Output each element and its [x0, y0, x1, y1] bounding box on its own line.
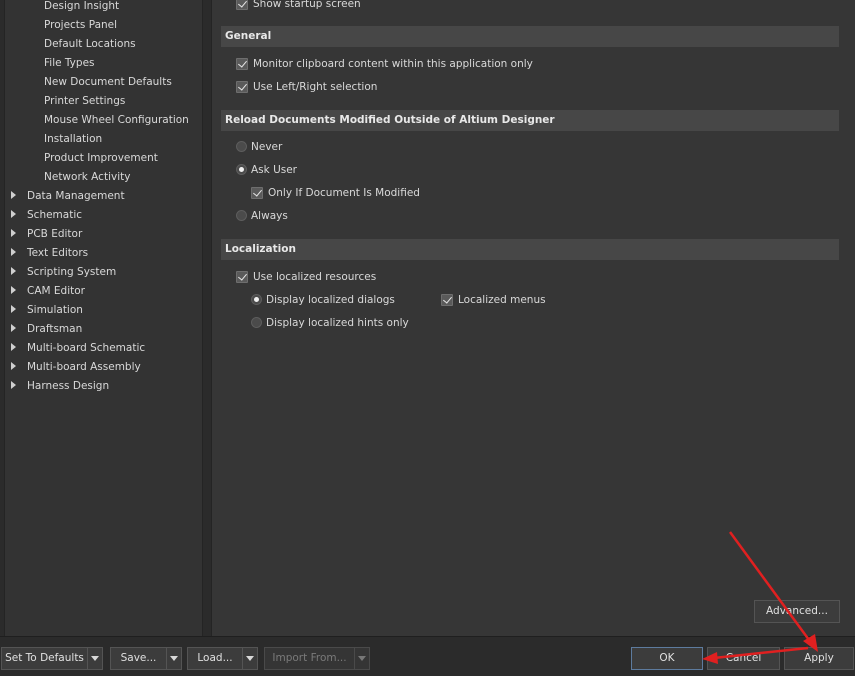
tree-item-default-locations[interactable]: Default Locations: [44, 35, 136, 54]
display-localized-hints-option[interactable]: Display localized hints only: [251, 314, 451, 332]
reload-always-option[interactable]: Always: [236, 207, 436, 225]
only-if-modified-checkbox[interactable]: [251, 187, 263, 199]
tree-item-label: Draftsman: [27, 323, 83, 335]
reload-ask-user-radio[interactable]: [236, 164, 247, 175]
apply-button[interactable]: Apply: [784, 647, 854, 670]
tree-item-label: PCB Editor: [27, 228, 83, 240]
display-localized-dialogs-label: Display localized dialogs: [266, 294, 395, 306]
monitor-clipboard-option[interactable]: Monitor clipboard content within this ap…: [236, 55, 636, 73]
load-button[interactable]: Load...: [187, 647, 243, 670]
reload-never-radio[interactable]: [236, 141, 247, 152]
expand-arrow-icon[interactable]: [11, 267, 16, 275]
expand-arrow-icon[interactable]: [11, 381, 16, 389]
tree-item-label: CAM Editor: [27, 285, 85, 297]
tree-item-scripting-system[interactable]: Scripting System: [11, 263, 116, 282]
expand-arrow-icon[interactable]: [11, 305, 16, 313]
use-localized-resources-checkbox[interactable]: [236, 271, 248, 283]
import-from-button[interactable]: Import From...: [264, 647, 355, 670]
tree-item-label: Multi-board Schematic: [27, 342, 146, 354]
reload-never-option[interactable]: Never: [236, 138, 436, 156]
section-header-general: General: [221, 26, 839, 47]
tree-item-cam-editor[interactable]: CAM Editor: [11, 282, 85, 301]
tree-item-label: Simulation: [27, 304, 83, 316]
tree-item-product-improvement[interactable]: Product Improvement: [44, 149, 158, 168]
tree-item-label: Harness Design: [27, 380, 110, 392]
tree-item-label: Schematic: [27, 209, 83, 221]
tree-item-file-types[interactable]: File Types: [44, 54, 95, 73]
expand-arrow-icon[interactable]: [11, 362, 16, 370]
use-localized-resources-label: Use localized resources: [253, 271, 377, 283]
advanced-button[interactable]: Advanced...: [754, 600, 840, 623]
expand-arrow-icon[interactable]: [11, 191, 16, 199]
localized-menus-option[interactable]: Localized menus: [441, 291, 601, 309]
tree-item-multi-board-schematic[interactable]: Multi-board Schematic: [11, 339, 145, 358]
load-dropdown[interactable]: [242, 647, 258, 670]
monitor-clipboard-checkbox[interactable]: [236, 58, 248, 70]
cancel-button[interactable]: Cancel: [707, 647, 780, 670]
left-right-selection-checkbox[interactable]: [236, 81, 248, 93]
localized-menus-checkbox[interactable]: [441, 294, 453, 306]
set-to-defaults-button[interactable]: Set To Defaults: [1, 647, 88, 670]
show-startup-screen-option[interactable]: Show startup screen: [236, 0, 536, 13]
tree-item-label: Scripting System: [27, 266, 117, 278]
tree-item-data-management[interactable]: Data Management: [11, 187, 125, 206]
show-startup-screen-label: Show startup screen: [253, 0, 361, 10]
only-if-modified-option[interactable]: Only If Document Is Modified: [251, 184, 511, 202]
reload-never-label: Never: [251, 141, 283, 153]
tree-item-label: Text Editors: [27, 247, 89, 259]
ok-button[interactable]: OK: [631, 647, 703, 670]
tree-item-label: Data Management: [27, 190, 125, 202]
tree-item-printer-settings[interactable]: Printer Settings: [44, 92, 125, 111]
section-header-localization: Localization: [221, 239, 839, 260]
display-localized-dialogs-radio[interactable]: [251, 294, 262, 305]
panel-splitter[interactable]: [203, 0, 211, 636]
tree-item-design-insight[interactable]: Design Insight: [44, 0, 119, 16]
import-from-dropdown[interactable]: [354, 647, 370, 670]
display-localized-hints-label: Display localized hints only: [266, 317, 409, 329]
reload-ask-user-label: Ask User: [251, 164, 298, 176]
reload-always-radio[interactable]: [236, 210, 247, 221]
dialog-button-bar: Set To Defaults Save... Load... Import F…: [0, 636, 855, 676]
show-startup-screen-checkbox[interactable]: [236, 0, 248, 10]
save-button[interactable]: Save...: [110, 647, 167, 670]
expand-arrow-icon[interactable]: [11, 286, 16, 294]
use-localized-resources-option[interactable]: Use localized resources: [236, 268, 486, 286]
tree-item-simulation[interactable]: Simulation: [11, 301, 83, 320]
tree-item-projects-panel[interactable]: Projects Panel: [44, 16, 117, 35]
left-right-selection-option[interactable]: Use Left/Right selection: [236, 78, 536, 96]
expand-arrow-icon[interactable]: [11, 229, 16, 237]
tree-item-text-editors[interactable]: Text Editors: [11, 244, 88, 263]
expand-arrow-icon[interactable]: [11, 324, 16, 332]
save-dropdown[interactable]: [166, 647, 182, 670]
left-right-selection-label: Use Left/Right selection: [253, 81, 378, 93]
tree-item-label: Multi-board Assembly: [27, 361, 141, 373]
reload-always-label: Always: [251, 210, 288, 222]
tree-item-harness-design[interactable]: Harness Design: [11, 377, 109, 396]
preferences-tree: Design Insight Projects Panel Default Lo…: [4, 0, 203, 636]
monitor-clipboard-label: Monitor clipboard content within this ap…: [253, 58, 533, 70]
tree-item-pcb-editor[interactable]: PCB Editor: [11, 225, 82, 244]
expand-arrow-icon[interactable]: [11, 248, 16, 256]
display-localized-dialogs-option[interactable]: Display localized dialogs: [251, 291, 431, 309]
settings-content-panel: Show startup screen General Monitor clip…: [211, 0, 855, 636]
tree-item-multi-board-assembly[interactable]: Multi-board Assembly: [11, 358, 141, 377]
tree-item-mouse-wheel-configuration[interactable]: Mouse Wheel Configuration: [44, 111, 189, 130]
display-localized-hints-radio[interactable]: [251, 317, 262, 328]
tree-item-installation[interactable]: Installation: [44, 130, 102, 149]
section-header-reload: Reload Documents Modified Outside of Alt…: [221, 110, 839, 131]
localized-menus-label: Localized menus: [458, 294, 546, 306]
expand-arrow-icon[interactable]: [11, 343, 16, 351]
expand-arrow-icon[interactable]: [11, 210, 16, 218]
only-if-modified-label: Only If Document Is Modified: [268, 187, 420, 199]
tree-item-new-document-defaults[interactable]: New Document Defaults: [44, 73, 172, 92]
reload-ask-user-option[interactable]: Ask User: [236, 161, 436, 179]
tree-item-schematic[interactable]: Schematic: [11, 206, 82, 225]
tree-item-draftsman[interactable]: Draftsman: [11, 320, 82, 339]
set-to-defaults-dropdown[interactable]: [87, 647, 103, 670]
tree-item-network-activity[interactable]: Network Activity: [44, 168, 130, 187]
